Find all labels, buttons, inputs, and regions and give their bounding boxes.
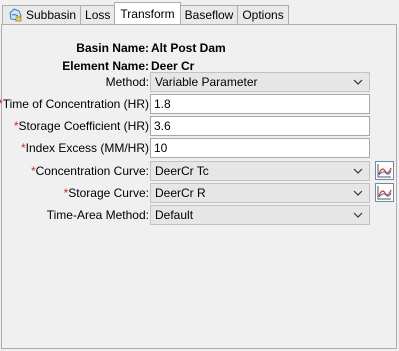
tab-options[interactable]: Options xyxy=(237,5,289,24)
chevron-down-icon xyxy=(353,79,363,85)
conc-curve-select[interactable]: DeerCr Tc xyxy=(150,161,370,181)
conc-curve-label: *Concentration Curve: xyxy=(30,164,149,178)
tab-loss[interactable]: Loss xyxy=(80,5,116,24)
storage-curve-value: DeerCr R xyxy=(155,186,206,200)
index-excess-value: 10 xyxy=(154,141,168,155)
toc-label: *Time of Concentration (HR) xyxy=(0,97,149,111)
method-value: Variable Parameter xyxy=(155,75,258,89)
index-excess-label: *Index Excess (MM/HR) xyxy=(20,141,149,155)
tab-label: Baseflow xyxy=(184,8,234,22)
conc-curve-value: DeerCr Tc xyxy=(155,164,209,178)
storage-coef-input[interactable]: 3.6 xyxy=(150,116,370,136)
storage-coef-row: *Storage Coefficient (HR) 3.6 xyxy=(2,116,399,136)
index-excess-row: *Index Excess (MM/HR) 10 xyxy=(2,138,399,158)
graph-icon xyxy=(377,186,392,200)
tab-transform[interactable]: Transform xyxy=(114,2,181,24)
element-name-label: Element Name: xyxy=(62,59,149,73)
tab-label: Transform xyxy=(120,6,175,21)
time-area-label: Time-Area Method: xyxy=(46,208,149,222)
tab-label: Subbasin xyxy=(26,8,77,22)
toc-value: 1.8 xyxy=(154,97,171,111)
chevron-down-icon xyxy=(353,168,363,174)
graph-icon xyxy=(377,164,392,178)
subbasin-icon xyxy=(7,7,23,23)
basin-name-row: Basin Name: Alt Post Dam xyxy=(2,38,399,58)
basin-name-value: Alt Post Dam xyxy=(151,41,226,55)
storage-curve-select[interactable]: DeerCr R xyxy=(150,183,370,203)
storage-coef-value: 3.6 xyxy=(154,119,171,133)
transform-panel: Basin Name: Alt Post Dam Element Name: D… xyxy=(0,24,399,349)
element-name-value: Deer Cr xyxy=(151,59,195,73)
time-area-select[interactable]: Default xyxy=(150,205,370,225)
conc-curve-graph-button[interactable] xyxy=(375,161,394,180)
toc-row: *Time of Concentration (HR) 1.8 xyxy=(0,94,399,114)
method-label: Method: xyxy=(105,75,149,89)
method-row: Method: Variable Parameter xyxy=(2,72,399,92)
tab-label: Loss xyxy=(85,8,111,22)
chevron-down-icon xyxy=(353,212,363,218)
storage-curve-graph-button[interactable] xyxy=(375,183,394,202)
toc-input[interactable]: 1.8 xyxy=(150,94,370,114)
time-area-value: Default xyxy=(155,208,194,222)
storage-curve-row: *Storage Curve: DeerCr R xyxy=(2,183,399,203)
tab-baseflow[interactable]: Baseflow xyxy=(179,5,239,24)
conc-curve-row: *Concentration Curve: DeerCr Tc xyxy=(2,161,399,181)
transform-editor: Subbasin Loss Transform Baseflow Options… xyxy=(0,0,399,351)
tab-bar: Subbasin Loss Transform Baseflow Options xyxy=(2,2,289,24)
chevron-down-icon xyxy=(353,190,363,196)
tab-subbasin[interactable]: Subbasin xyxy=(2,5,82,24)
time-area-row: Time-Area Method: Default xyxy=(2,205,399,225)
index-excess-input[interactable]: 10 xyxy=(150,138,370,158)
basin-name-label: Basin Name: xyxy=(76,41,149,55)
storage-curve-label: *Storage Curve: xyxy=(63,186,149,200)
tab-label: Options xyxy=(242,8,284,22)
method-select[interactable]: Variable Parameter xyxy=(150,72,370,92)
storage-coef-label: *Storage Coefficient (HR) xyxy=(13,119,149,133)
